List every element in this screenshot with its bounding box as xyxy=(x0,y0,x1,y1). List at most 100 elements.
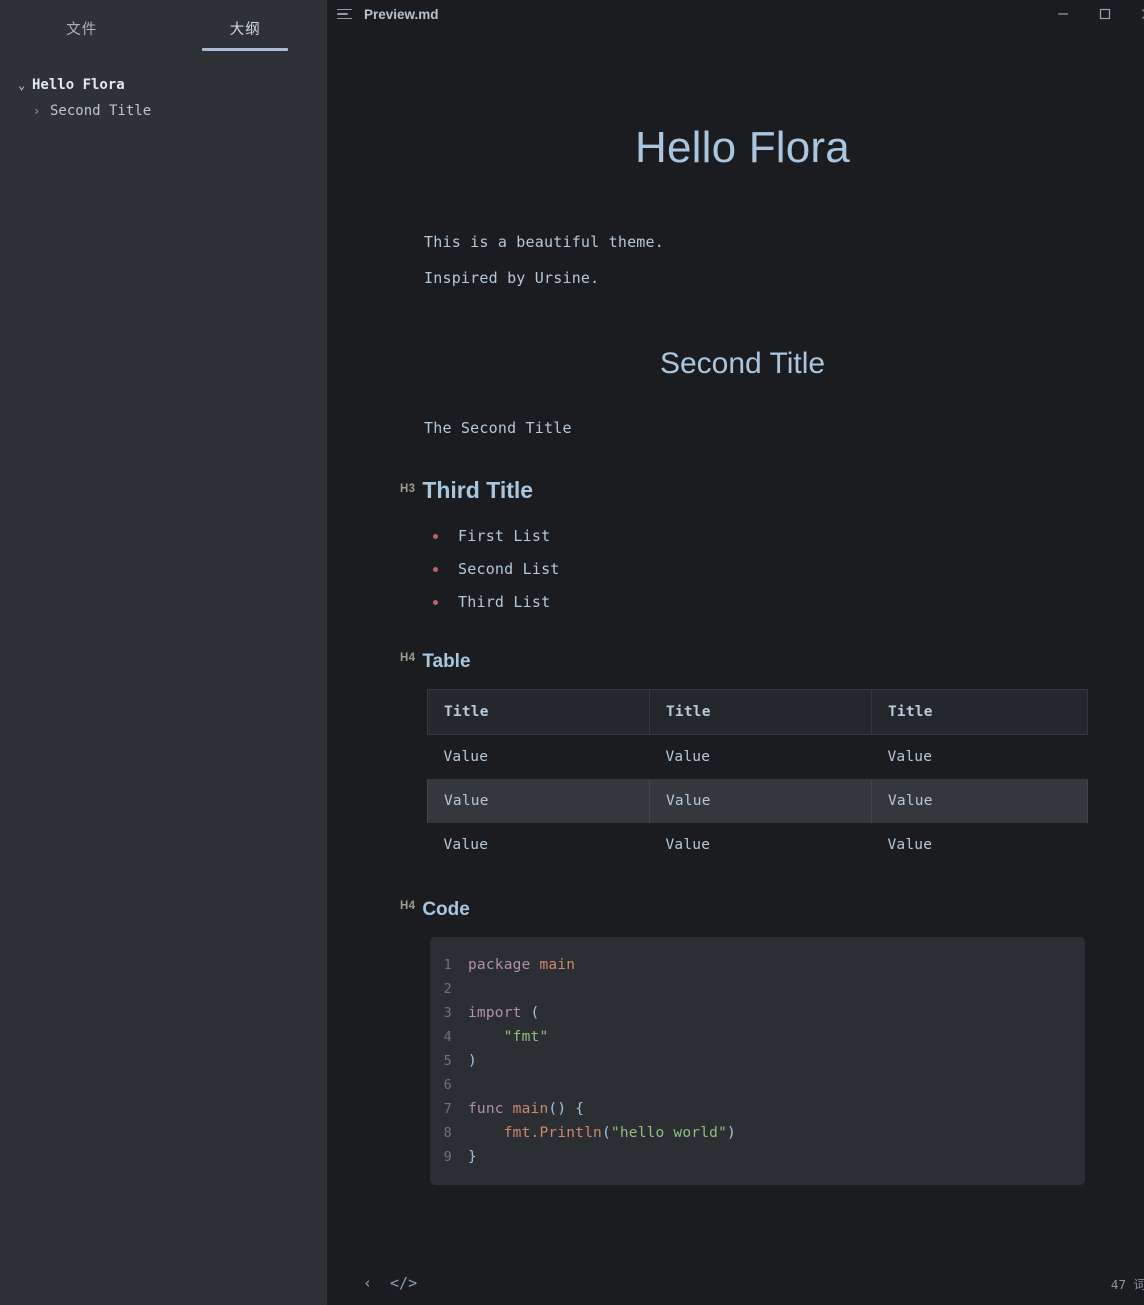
code-line: 3import ( xyxy=(430,1001,1085,1025)
table-cell: Value xyxy=(428,735,650,780)
outline-item-second-title[interactable]: › Second Title xyxy=(0,98,327,124)
code-line-number: 4 xyxy=(430,1029,468,1045)
titlebar: Preview.md xyxy=(327,0,1144,28)
code-token: fmt.Println xyxy=(504,1125,602,1141)
table-header-cell: Title xyxy=(650,690,872,735)
code-line: 2 xyxy=(430,977,1085,1001)
close-button[interactable] xyxy=(1126,0,1144,28)
chevron-right-icon[interactable]: › xyxy=(33,104,47,118)
tab-files-label: 文件 xyxy=(66,22,97,38)
table-head: Title Title Title xyxy=(428,690,1088,735)
paragraph-intro-2: Inspired by Ursine. xyxy=(397,269,1088,287)
maximize-icon xyxy=(1098,7,1112,21)
table-cell: Value xyxy=(872,735,1088,780)
code-line-number: 5 xyxy=(430,1053,468,1069)
code-line-text: } xyxy=(468,1149,477,1165)
heading-h3: H3 Third Title xyxy=(397,477,1088,504)
code-line-text: "fmt" xyxy=(468,1029,548,1045)
code-token: () xyxy=(548,1101,566,1117)
code-token: package xyxy=(468,957,539,973)
outline-tree: ⌄ Hello Flora › Second Title xyxy=(0,52,327,124)
document-filename: Preview.md xyxy=(364,7,439,22)
paragraph-second: The Second Title xyxy=(397,419,1088,437)
list-item: Third List xyxy=(433,586,1088,619)
code-token: } xyxy=(468,1149,477,1165)
heading-h4-table: H4 Table xyxy=(397,651,1088,673)
code-block[interactable]: 1package main23import (4 "fmt"5)67func m… xyxy=(430,937,1085,1185)
main-panel: Preview.md xyxy=(327,0,1144,1305)
heading-level-badge: H3 xyxy=(400,483,415,495)
table-row: Value Value Value xyxy=(428,779,1088,823)
table-header-cell: Title xyxy=(872,690,1088,735)
code-token xyxy=(566,1101,575,1117)
statusbar: ‹ </> 47 词 xyxy=(327,1261,1144,1305)
table-cell: Value xyxy=(872,823,1088,867)
heading-h4-code: H4 Code xyxy=(397,899,1088,921)
code-token: ) xyxy=(468,1053,477,1069)
code-line-text: package main xyxy=(468,957,575,973)
list-item: First List xyxy=(433,520,1088,553)
code-line-number: 9 xyxy=(430,1149,468,1165)
code-line: 7func main() { xyxy=(430,1097,1085,1121)
heading-level-badge: H4 xyxy=(400,652,415,664)
code-token: import xyxy=(468,1005,531,1021)
tab-files[interactable]: 文件 xyxy=(0,18,164,51)
heading-h4-code-text: Code xyxy=(422,899,470,921)
code-line-text: func main() { xyxy=(468,1101,584,1117)
code-line-number: 6 xyxy=(430,1077,468,1093)
outline-item-label: Second Title xyxy=(47,103,151,119)
table-cell: Value xyxy=(872,779,1088,823)
back-chevron-icon[interactable]: ‹ xyxy=(363,1274,372,1292)
bullet-list: First List Second List Third List xyxy=(397,520,1088,619)
app-window: 文件 大纲 ⌄ Hello Flora › Second Title Previ… xyxy=(0,0,1144,1305)
code-line: 5) xyxy=(430,1049,1085,1073)
paragraph-intro-1: This is a beautiful theme. xyxy=(397,233,1088,251)
table-header-row: Title Title Title xyxy=(428,690,1088,735)
statusbar-left: ‹ </> xyxy=(363,1274,417,1292)
code-token: main xyxy=(513,1101,549,1117)
heading-level-badge: H4 xyxy=(400,900,415,912)
source-code-icon[interactable]: </> xyxy=(390,1274,417,1292)
code-token: ( xyxy=(531,1005,540,1021)
code-line: 4 "fmt" xyxy=(430,1025,1085,1049)
code-token: "fmt" xyxy=(504,1029,549,1045)
tab-outline[interactable]: 大纲 xyxy=(164,18,328,51)
maximize-button[interactable] xyxy=(1084,0,1126,28)
code-token: "hello world" xyxy=(611,1125,727,1141)
heading-h3-text: Third Title xyxy=(422,477,533,504)
chevron-down-icon[interactable]: ⌄ xyxy=(18,78,32,92)
table-row: Value Value Value xyxy=(428,823,1088,867)
code-token xyxy=(468,1029,504,1045)
word-count-label: 47 词 xyxy=(1111,1274,1144,1293)
code-line-number: 8 xyxy=(430,1125,468,1141)
table-cell: Value xyxy=(650,735,872,780)
window-controls xyxy=(1042,0,1144,28)
code-token: ) xyxy=(727,1125,736,1141)
code-line-number: 3 xyxy=(430,1005,468,1021)
code-token: main xyxy=(539,957,575,973)
code-line-text: ) xyxy=(468,1053,477,1069)
code-line: 8 fmt.Println("hello world") xyxy=(430,1121,1085,1145)
table-cell: Value xyxy=(650,823,872,867)
code-line-text: fmt.Println("hello world") xyxy=(468,1125,736,1141)
document-scroll-area[interactable]: Hello Flora This is a beautiful theme. I… xyxy=(327,28,1144,1261)
outline-item-hello-flora[interactable]: ⌄ Hello Flora xyxy=(0,72,327,98)
code-line: 6 xyxy=(430,1073,1085,1097)
code-line-number: 7 xyxy=(430,1101,468,1117)
list-item: Second List xyxy=(433,553,1088,586)
code-line-number: 2 xyxy=(430,981,468,997)
code-line: 9} xyxy=(430,1145,1085,1169)
heading-h2: Second Title xyxy=(397,347,1088,381)
code-line-number: 1 xyxy=(430,957,468,973)
heading-h4-table-text: Table xyxy=(422,651,470,673)
code-line: 1package main xyxy=(430,953,1085,977)
table-cell: Value xyxy=(650,779,872,823)
table-header-cell: Title xyxy=(428,690,650,735)
table-cell: Value xyxy=(428,823,650,867)
text-align-icon[interactable] xyxy=(337,7,355,21)
minimize-button[interactable] xyxy=(1042,0,1084,28)
tab-outline-label: 大纲 xyxy=(230,22,261,38)
table-body: Value Value Value Value Value Value Valu… xyxy=(428,735,1088,868)
outline-item-label: Hello Flora xyxy=(32,77,125,93)
code-token: ( xyxy=(602,1125,611,1141)
